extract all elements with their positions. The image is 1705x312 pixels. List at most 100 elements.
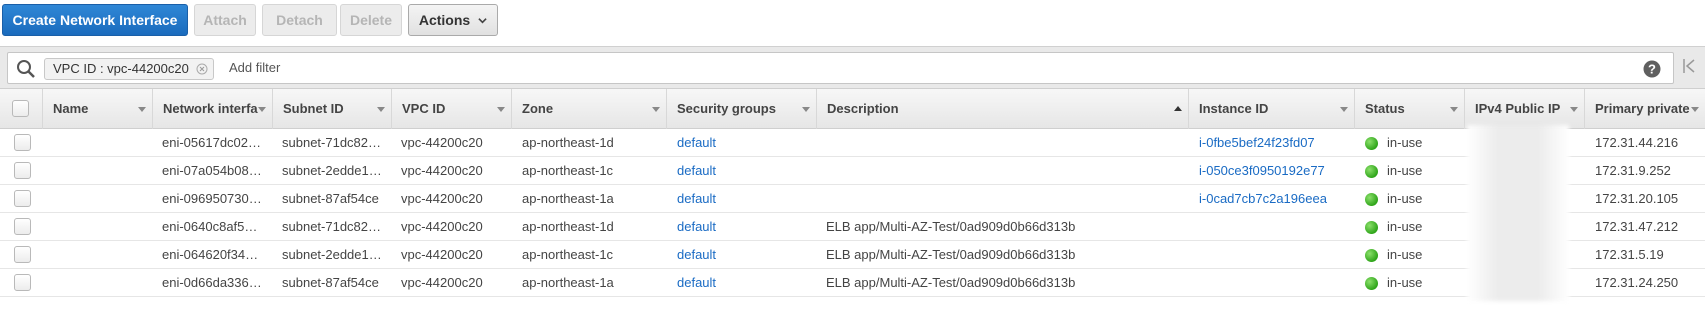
cell-primary-private-ip: 172.31.24.250 (1595, 275, 1679, 290)
column-header-network-interface[interactable]: Network interfa (152, 89, 272, 129)
column-header-name[interactable]: Name (42, 89, 152, 129)
row-checkbox[interactable] (14, 134, 31, 151)
status-in-use-icon (1365, 137, 1378, 150)
cell-vpc-id: vpc-44200c20 (401, 135, 483, 150)
table-row[interactable]: eni-064620f34… subnet-2edde1… vpc-44200c… (0, 241, 1705, 269)
cell-instance-id-link[interactable]: i-0cad7cb7c2a196eea (1199, 185, 1349, 213)
create-network-interface-button[interactable]: Create Network Interface (2, 4, 188, 36)
row-checkbox[interactable] (14, 218, 31, 235)
cell-description: ELB app/Multi-AZ-Test/0ad909d0b66d313b (826, 247, 1076, 262)
attach-button[interactable]: Attach (194, 4, 256, 36)
column-header-security-groups[interactable]: Security groups (666, 89, 816, 129)
cell-subnet-id: subnet-2edde1… (282, 163, 382, 178)
cell-zone: ap-northeast-1d (522, 219, 614, 234)
search-icon (17, 60, 35, 78)
select-all-header (0, 89, 40, 129)
column-header-label: Name (53, 101, 89, 116)
column-header-label: Zone (522, 101, 554, 116)
cell-network-interface-id: eni-064620f34… (162, 247, 259, 262)
cell-zone: ap-northeast-1a (522, 191, 614, 206)
table-row[interactable]: eni-0640c8af5… subnet-71dc82… vpc-44200c… (0, 213, 1705, 241)
row-checkbox[interactable] (14, 246, 31, 263)
cell-network-interface-id: eni-096950730… (162, 191, 262, 206)
cell-primary-private-ip: 172.31.20.105 (1595, 191, 1679, 206)
actions-dropdown-button[interactable]: Actions (408, 4, 498, 36)
cell-zone: ap-northeast-1c (522, 163, 614, 178)
column-header-label: Security groups (677, 101, 776, 116)
toolbar: Create Network Interface Attach Detach D… (0, 0, 1705, 44)
cell-vpc-id: vpc-44200c20 (401, 219, 483, 234)
table-row[interactable]: eni-07a054b08… subnet-2edde1… vpc-44200c… (0, 157, 1705, 185)
column-header-subnet-id[interactable]: Subnet ID (272, 89, 391, 129)
sort-down-icon (652, 107, 660, 112)
collapse-panel-icon[interactable] (1681, 55, 1697, 77)
cell-security-group-link[interactable]: default (677, 241, 807, 269)
status-in-use-icon (1365, 193, 1378, 206)
column-header-label: Network interfa (163, 101, 258, 116)
attach-button-label: Attach (203, 12, 247, 28)
cell-primary-private-ip: 172.31.47.212 (1595, 219, 1679, 234)
cell-subnet-id: subnet-2edde1… (282, 247, 382, 262)
cell-instance-id-link[interactable] (1199, 213, 1349, 241)
column-header-status[interactable]: Status (1354, 89, 1464, 129)
cell-zone: ap-northeast-1a (522, 275, 614, 290)
column-header-description[interactable]: Description (816, 89, 1188, 129)
column-header-vpc-id[interactable]: VPC ID (391, 89, 511, 129)
cell-status: in-use (1387, 275, 1423, 290)
row-checkbox[interactable] (14, 190, 31, 207)
cell-instance-id-link[interactable] (1199, 241, 1349, 269)
sort-ascending-icon (1174, 106, 1182, 111)
cell-security-group-link[interactable]: default (677, 129, 807, 157)
status-in-use-icon (1365, 249, 1378, 262)
filter-input-box[interactable]: VPC ID : vpc-44200c20 Add filter ? (7, 52, 1674, 84)
cell-status: in-use (1387, 163, 1423, 178)
sort-down-icon (1570, 107, 1578, 112)
add-filter-placeholder[interactable]: Add filter (229, 60, 280, 75)
sort-down-icon (377, 107, 385, 112)
cell-security-group-link[interactable]: default (677, 269, 807, 297)
table-row[interactable]: eni-096950730… subnet-87af54ce vpc-44200… (0, 185, 1705, 213)
sort-down-icon (1450, 107, 1458, 112)
filter-chip-vpc[interactable]: VPC ID : vpc-44200c20 (44, 58, 214, 80)
sort-down-icon (258, 107, 266, 112)
cell-vpc-id: vpc-44200c20 (401, 247, 483, 262)
chevron-down-icon (478, 17, 487, 23)
cell-subnet-id: subnet-71dc82… (282, 135, 382, 150)
help-icon[interactable]: ? (1643, 60, 1661, 78)
cell-instance-id-link[interactable] (1199, 269, 1349, 297)
select-all-checkbox[interactable] (12, 100, 29, 117)
column-header-primary-private[interactable]: Primary private (1584, 89, 1705, 129)
cell-description: ELB app/Multi-AZ-Test/0ad909d0b66d313b (826, 275, 1076, 290)
detach-button[interactable]: Detach (262, 4, 337, 36)
column-header-ipv4-public-ip[interactable]: IPv4 Public IP (1464, 89, 1584, 129)
row-checkbox[interactable] (14, 162, 31, 179)
close-icon[interactable] (196, 63, 208, 75)
cell-primary-private-ip: 172.31.44.216 (1595, 135, 1679, 150)
redacted-public-ip-region (1467, 125, 1569, 301)
cell-description: ELB app/Multi-AZ-Test/0ad909d0b66d313b (826, 219, 1076, 234)
cell-security-group-link[interactable]: default (677, 185, 807, 213)
column-header-label: VPC ID (402, 101, 446, 116)
cell-status: in-use (1387, 191, 1423, 206)
cell-security-group-link[interactable]: default (677, 157, 807, 185)
cell-instance-id-link[interactable]: i-0fbe5bef24f23fd07 (1199, 129, 1349, 157)
cell-primary-private-ip: 172.31.5.19 (1595, 247, 1664, 262)
cell-subnet-id: subnet-87af54ce (282, 275, 379, 290)
table-row[interactable]: eni-0d66da336… subnet-87af54ce vpc-44200… (0, 269, 1705, 297)
column-header-label: Description (827, 101, 899, 116)
column-header-zone[interactable]: Zone (511, 89, 666, 129)
column-header-instance-id[interactable]: Instance ID (1188, 89, 1354, 129)
cell-vpc-id: vpc-44200c20 (401, 275, 483, 290)
cell-security-group-link[interactable]: default (677, 213, 807, 241)
row-checkbox[interactable] (14, 274, 31, 291)
filter-bar: VPC ID : vpc-44200c20 Add filter ? (0, 46, 1705, 88)
cell-description (826, 185, 1181, 213)
cell-subnet-id: subnet-71dc82… (282, 219, 382, 234)
svg-text:?: ? (1648, 62, 1656, 77)
detach-button-label: Detach (276, 12, 323, 28)
column-header-label: Subnet ID (283, 101, 344, 116)
table-row[interactable]: eni-05617dc02… subnet-71dc82… vpc-44200c… (0, 129, 1705, 157)
delete-button[interactable]: Delete (340, 4, 402, 36)
cell-instance-id-link[interactable]: i-050ce3f0950192e77 (1199, 157, 1349, 185)
filter-chip-label: VPC ID : vpc-44200c20 (53, 61, 189, 76)
